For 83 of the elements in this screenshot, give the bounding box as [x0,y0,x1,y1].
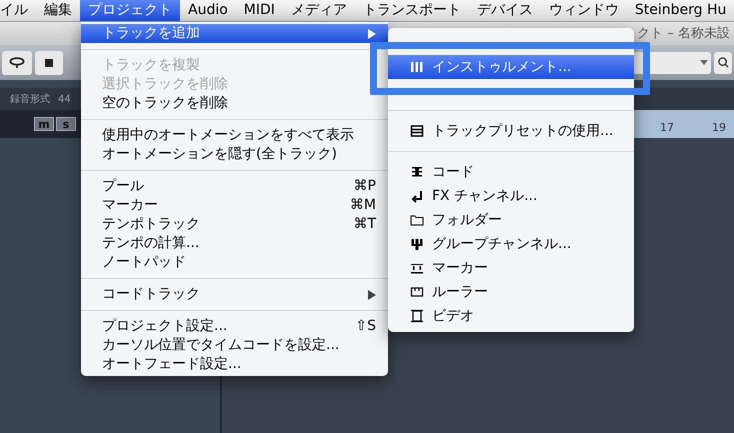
menu-bar-item[interactable]: 編集 [36,0,80,21]
menu-item[interactable]: プロジェクト設定... ⇧S [81,317,388,336]
stop-icon [45,58,53,66]
submenu-item[interactable]: トラックプリセットの使用... [388,119,634,143]
menu-bar-item[interactable]: イル [0,0,36,21]
submenu-item-label: マーカー [432,258,488,278]
menu-item[interactable]: オートメーションを隠す(全トラック) [81,145,388,164]
marker-icon [410,261,424,275]
menu-item-label: マーカー [102,196,159,215]
shortcut: ⌘T [353,215,376,234]
return-arrow-icon [410,189,424,203]
loop-button[interactable] [2,50,32,74]
submenu-item-label: ルーラー [432,282,488,302]
submenu-item-label: ビデオ [432,306,474,326]
menu-bar-item[interactable]: MIDI [236,0,283,21]
menu-item-label: テンポの計算... [102,234,200,253]
menu-item-label: カーソル位置でタイムコードを設定... [102,336,340,355]
submenu-item[interactable]: ビデオ [388,304,634,328]
piano-keys-icon [410,60,424,74]
menu-item[interactable]: テンポの計算... [81,234,388,253]
menu-bar-item[interactable]: Steinberg Hu [626,0,734,21]
menu-item-label: 空のトラックを削除 [102,94,229,113]
menu-bar-item[interactable]: メディア [282,0,355,21]
submenu-item-label: フォルダー [432,210,502,230]
fork-icon [410,237,424,251]
caret-icon [700,60,708,65]
submenu-item-label: インストゥルメント... [432,58,572,76]
stop-button[interactable] [35,50,63,74]
ruler-icon [410,285,424,299]
submenu-item[interactable]: グループチャンネル... [388,232,634,256]
window-title: クト – 名称未設 [637,24,730,43]
ruler-label: 19 [712,120,726,136]
search-button[interactable] [714,52,732,74]
menu-item[interactable]: トラックを追加 [81,24,388,43]
list-icon [410,124,424,138]
loop-icon [9,57,25,68]
submenu-item-label: トラックプリセットの使用... [432,122,614,140]
menu-bar-item[interactable]: Audio [180,0,236,21]
chord-icon [410,165,424,179]
submenu-item-label: グループチャンネル... [432,234,572,254]
shortcut: ⌘M [350,196,376,215]
menu-bar-item[interactable]: ウィンドウ [540,0,627,21]
info-label: 録音形式 [10,92,50,106]
menu-item[interactable]: コードトラック [81,285,388,304]
menu-item[interactable]: テンポトラック ⌘T [81,215,388,234]
menu-item[interactable]: ノートパッド [81,253,388,272]
menu-bar-item[interactable]: プロジェクト [80,0,180,21]
search-icon [718,57,728,68]
menu-item-label: オートメーションを隠す(全トラック) [102,145,338,164]
shortcut: ⌘P [354,177,376,196]
track-toggle[interactable]: m [34,117,54,131]
menu-item[interactable]: オートフェード設定... [81,355,388,374]
menu-item-label: プール [102,177,145,196]
menu-item-label: 使用中のオートメーションをすべて表示 [102,126,355,145]
track-toggle[interactable]: s [56,117,76,131]
submenu-item-label: FX チャンネル... [432,186,538,206]
submenu-item-label: コード [432,162,474,182]
film-icon [410,309,424,323]
submenu-item[interactable]: ルーラー [388,280,634,304]
menu-item-label: トラックを追加 [102,24,201,43]
submenu-item[interactable]: マーカー [388,256,634,280]
folder-icon [410,213,424,227]
menu-item-label: トラックを複製 [102,56,201,75]
menu-item-label: テンポトラック [102,215,201,234]
submenu-item[interactable]: インストゥルメント... [388,55,634,79]
shortcut: ⇧S [355,317,376,336]
submenu-item[interactable]: FX チャンネル... [388,184,634,208]
info-value: 44 [58,92,71,106]
menu-item-label: コードトラック [102,285,201,304]
menu-item-label: 選択トラックを削除 [102,75,229,94]
menu-item[interactable]: マーカー ⌘M [81,196,388,215]
menu-bar-item[interactable]: トランスポート [354,0,469,21]
submenu-item[interactable]: フォルダー [388,208,634,232]
menu-item[interactable]: カーソル位置でタイムコードを設定... [81,336,388,355]
menu-item[interactable]: 空のトラックを削除 [81,94,388,113]
menu-bar-item[interactable]: デバイス [468,0,541,21]
submenu-item[interactable]: コード [388,160,634,184]
menu-item[interactable]: プール ⌘P [81,177,388,196]
menu-item-label: オートフェード設定... [102,355,242,374]
menu-item-label: プロジェクト設定... [102,317,228,336]
menu-item-label: ノートパッド [102,253,187,272]
menu-item[interactable]: 使用中のオートメーションをすべて表示 [81,126,388,145]
ruler-label: 17 [660,120,674,136]
